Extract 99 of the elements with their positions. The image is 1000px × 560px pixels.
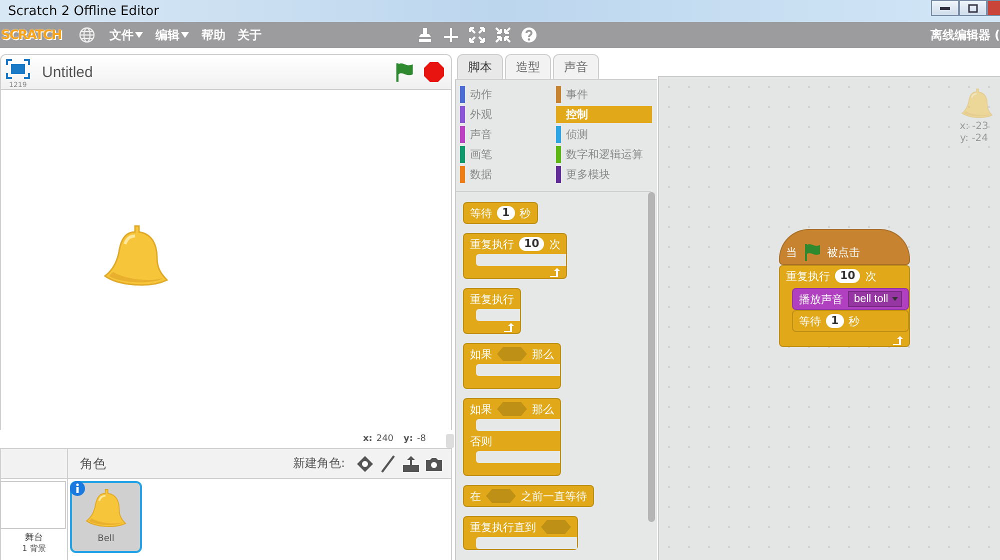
number-input[interactable]: 1: [826, 314, 844, 328]
block-label: 如果: [470, 402, 492, 416]
tab[interactable]: 脚本: [457, 54, 503, 79]
mouse-x-value: 240: [376, 434, 394, 444]
new-sprite-label: 新建角色:: [292, 455, 345, 472]
tab[interactable]: 声音: [553, 54, 599, 79]
block-label: 重复执行: [470, 292, 514, 306]
block-label: 那么: [532, 402, 554, 416]
scrollbar[interactable]: [648, 192, 655, 522]
loop-arrow-icon: [893, 336, 904, 344]
if-block[interactable]: 如果 那么: [463, 343, 561, 389]
backdrop-count: 1 背景: [22, 544, 46, 554]
loop-block[interactable]: 重复执行 10 次: [463, 233, 568, 279]
block-label: 秒: [520, 206, 531, 220]
mouse-y-value: -8: [417, 434, 426, 444]
loop-arrow-icon: [550, 268, 560, 276]
category-item[interactable]: 数字和逻辑运算: [556, 146, 652, 163]
sprite-name: Bell: [98, 534, 114, 544]
scratch-logo: SCRATCH: [1, 28, 62, 42]
window-title: Scratch 2 Offline Editor: [7, 4, 159, 18]
grow-icon[interactable]: [469, 27, 486, 43]
block-label: 次: [865, 268, 876, 284]
boolean-slot[interactable]: [497, 347, 527, 361]
category-item[interactable]: 画笔: [460, 146, 556, 163]
minimize-button[interactable]: [931, 0, 959, 16]
sprite-tile[interactable]: Bell: [70, 481, 142, 553]
flag-icon: [802, 242, 822, 262]
globe-icon[interactable]: [79, 27, 96, 43]
number-input[interactable]: 10: [835, 269, 860, 283]
stop-button[interactable]: [423, 61, 445, 83]
shrink-icon[interactable]: [495, 27, 512, 43]
boolean-slot[interactable]: [541, 520, 571, 534]
number-input[interactable]: 10: [519, 237, 544, 251]
category-item[interactable]: 动作: [460, 86, 556, 103]
menu-item[interactable]: 文件: [103, 26, 150, 44]
help-icon[interactable]: [521, 27, 538, 43]
block-label: 如果: [470, 346, 492, 362]
block-label: 之前一直等待: [521, 488, 587, 504]
sound-dropdown[interactable]: bell toll: [848, 291, 902, 307]
command-block[interactable]: 在 之前一直等待: [463, 485, 594, 507]
loop-block[interactable]: 重复执行: [463, 288, 521, 334]
block-label: 重复执行: [786, 268, 830, 284]
block-label: 等待: [799, 314, 821, 328]
sprites-title: 角色: [80, 456, 106, 472]
hat-block[interactable]: 当 被点击: [779, 229, 910, 265]
maximize-button[interactable]: [959, 0, 987, 16]
stamp-icon[interactable]: [417, 27, 434, 43]
block-label: 当: [786, 244, 797, 260]
stage-thumbnail[interactable]: [0, 481, 66, 529]
block-label: 次: [549, 236, 560, 252]
sprite-library-icon[interactable]: [356, 454, 374, 472]
block-label: 否则: [470, 434, 492, 448]
block-label: 秒: [848, 314, 860, 328]
block-label: 等待: [470, 206, 492, 220]
tab[interactable]: 造型: [505, 54, 551, 79]
block-label: 播放声音: [799, 292, 843, 306]
block-label: 那么: [532, 346, 554, 362]
loop-arrow-icon: [504, 322, 514, 332]
if-else-block[interactable]: 如果 那么 否则: [463, 398, 561, 476]
category-item[interactable]: 声音: [460, 126, 556, 143]
command-block[interactable]: 播放声音 bell toll: [792, 288, 910, 310]
close-button[interactable]: [987, 0, 1000, 16]
block-label: 重复执行直到: [470, 520, 536, 534]
menu-item[interactable]: 关于: [231, 26, 268, 44]
boolean-slot[interactable]: [486, 489, 516, 503]
command-block[interactable]: 等待 1 秒: [792, 310, 910, 332]
minimize-icon: [940, 6, 950, 10]
boolean-slot[interactable]: [497, 402, 527, 416]
sprite-preview: [960, 87, 994, 121]
category-item[interactable]: 控制: [556, 106, 652, 123]
info-icon[interactable]: [70, 481, 85, 496]
fullscreen-icon[interactable]: [6, 59, 30, 79]
collapse-handle[interactable]: [446, 434, 454, 448]
mouse-x-label: x:: [362, 434, 372, 444]
category-item[interactable]: 外观: [460, 106, 556, 123]
category-item[interactable]: 数据: [460, 166, 556, 183]
number-input[interactable]: 1: [497, 206, 515, 220]
menu-item[interactable]: 编辑: [149, 26, 196, 44]
paintbrush-icon[interactable]: [379, 454, 397, 472]
project-title: Untitled: [42, 64, 93, 80]
maximize-icon: [968, 4, 978, 12]
mouse-y-label: y:: [404, 434, 414, 444]
block-mouth: [476, 309, 520, 321]
sprite-x: x: -23: [960, 121, 988, 133]
menu-item[interactable]: 帮助: [195, 26, 232, 44]
offline-editor-label: 离线编辑器 (: [930, 26, 1000, 44]
category-item[interactable]: 事件: [556, 86, 652, 103]
category-item[interactable]: 更多模块: [556, 166, 652, 183]
command-block[interactable]: 等待 1 秒: [463, 202, 538, 224]
sprite-y: y: -24: [960, 133, 988, 145]
block-label: 重复执行: [470, 236, 514, 252]
loop-block[interactable]: 重复执行 10 次 播放声音 bell toll 等待 1 秒: [779, 265, 910, 347]
block-label: 被点击: [827, 244, 860, 260]
upload-icon[interactable]: [402, 454, 420, 472]
stage-label: 舞台: [25, 533, 43, 544]
category-item[interactable]: 侦测: [556, 126, 652, 143]
block-label: 在: [470, 488, 481, 504]
loop-block[interactable]: 重复执行直到: [463, 516, 578, 550]
caret-icon: [892, 297, 898, 301]
